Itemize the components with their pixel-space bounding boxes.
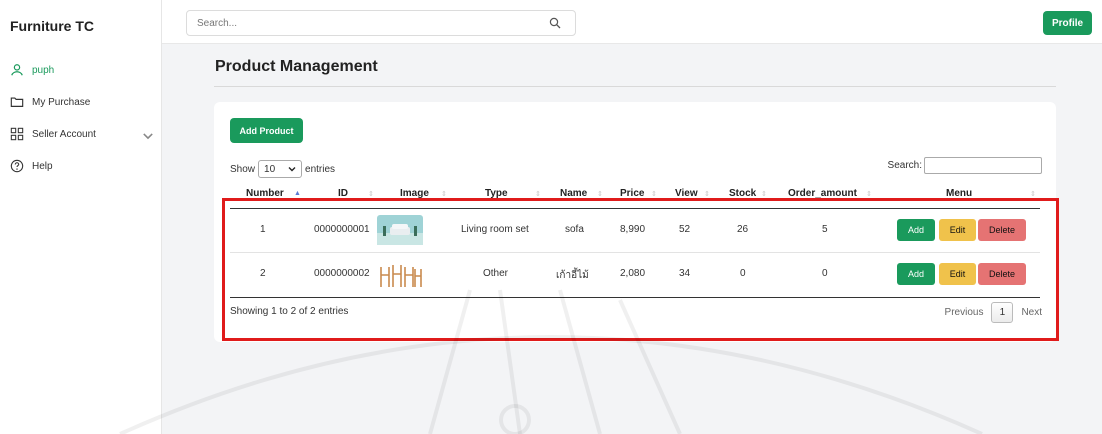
row-add-button[interactable]: Add — [897, 263, 935, 285]
sidebar-item-label: puph — [32, 64, 55, 76]
sidebar-item-label: Help — [32, 160, 53, 172]
cell-order-amount: 5 — [822, 224, 828, 235]
sidebar-item-label: My Purchase — [32, 96, 91, 108]
column-header-number[interactable]: Number — [246, 188, 284, 199]
row-delete-button[interactable]: Delete — [978, 263, 1026, 285]
sort-icon: ⇕ — [441, 191, 447, 198]
page-title: Product Management — [215, 58, 378, 75]
cell-number: 1 — [260, 224, 266, 235]
show-label: Show — [230, 163, 256, 175]
cell-stock: 0 — [740, 268, 746, 279]
table-search: Search: — [888, 157, 1042, 174]
add-product-button[interactable]: Add Product — [230, 118, 303, 143]
search-box[interactable] — [186, 10, 576, 36]
column-header-image[interactable]: Image — [400, 188, 429, 199]
cell-type: Other — [483, 268, 509, 279]
row-delete-button[interactable]: Delete — [978, 219, 1026, 241]
cell-order-amount: 0 — [822, 268, 828, 279]
sort-asc-icon: ▲ — [294, 190, 301, 197]
grid-icon — [10, 127, 24, 141]
cell-view: 52 — [679, 224, 691, 235]
table-footer-divider — [230, 297, 1040, 298]
cell-number: 2 — [260, 268, 266, 279]
column-header-view[interactable]: View — [675, 188, 698, 199]
column-header-name[interactable]: Name — [560, 188, 587, 199]
search-input[interactable] — [187, 11, 527, 35]
cell-id: 0000000002 — [314, 268, 370, 279]
product-image-sofa — [377, 215, 423, 245]
profile-button[interactable]: Profile — [1043, 11, 1092, 35]
folder-icon — [10, 97, 24, 107]
cell-id: 0000000001 — [314, 224, 370, 235]
pagination-next[interactable]: Next — [1021, 307, 1042, 318]
sort-icon: ⇕ — [651, 191, 657, 198]
cell-view: 34 — [679, 268, 691, 279]
sort-icon: ⇕ — [761, 191, 767, 198]
chevron-down-icon — [288, 167, 296, 172]
entries-select[interactable]: 10 — [258, 160, 303, 178]
column-header-id[interactable]: ID — [338, 188, 348, 199]
search-icon[interactable] — [549, 17, 561, 29]
title-divider — [214, 86, 1056, 87]
column-header-type[interactable]: Type — [485, 188, 508, 199]
cell-type: Living room set — [461, 224, 529, 235]
product-card: Add Product Show 10 entries Search: Numb… — [214, 102, 1056, 342]
cell-price: 8,990 — [620, 224, 646, 235]
chevron-down-icon — [143, 133, 153, 140]
table-search-label: Search: — [887, 160, 922, 171]
sort-icon: ⇕ — [597, 191, 603, 198]
entries-value: 10 — [264, 163, 276, 175]
pagination: Previous 1 Next — [945, 302, 1042, 323]
sort-icon: ⇕ — [535, 191, 541, 198]
column-header-order-amount[interactable]: Order_amount — [788, 188, 857, 199]
show-entries: Show 10 entries — [230, 160, 335, 178]
help-icon — [10, 159, 24, 173]
table-header: Number ▲ ID ⇕ Image ⇕ Type ⇕ Name ⇕ Pric… — [230, 184, 1040, 208]
sidebar-item-seller-account[interactable]: Seller Account — [10, 124, 155, 144]
sort-icon: ⇕ — [866, 191, 872, 198]
table-row: 1 0000000001 Living room set sofa 8,990 … — [230, 209, 1040, 253]
product-image-chairs — [377, 259, 423, 289]
sidebar-item-my-purchase[interactable]: My Purchase — [10, 92, 90, 112]
cell-name: เก้าอี้ไม้ — [556, 270, 589, 281]
showing-entries-text: Showing 1 to 2 of 2 entries — [230, 306, 349, 317]
row-edit-button[interactable]: Edit — [939, 219, 976, 241]
sort-icon: ⇕ — [704, 191, 710, 198]
sort-icon: ⇕ — [1030, 191, 1036, 198]
brand-title: Furniture TC — [10, 18, 94, 34]
entries-label: entries — [305, 163, 336, 175]
cell-stock: 26 — [737, 224, 749, 235]
column-header-stock[interactable]: Stock — [729, 188, 756, 199]
table-search-input[interactable] — [924, 157, 1042, 174]
sort-icon: ⇕ — [368, 191, 374, 198]
sidebar-item-help[interactable]: Help — [10, 156, 53, 176]
table-row: 2 0000000002 Other เก้าอี้ไม้ 2,080 34 0… — [230, 253, 1040, 297]
cell-name: sofa — [565, 224, 584, 235]
pagination-previous[interactable]: Previous — [945, 307, 984, 318]
cell-price: 2,080 — [620, 268, 646, 279]
sidebar: Furniture TC puph My Purchase Seller Acc… — [0, 0, 162, 434]
column-header-price[interactable]: Price — [620, 188, 644, 199]
sidebar-item-label: Seller Account — [32, 128, 96, 140]
topbar: Profile — [162, 0, 1102, 44]
sidebar-item-user[interactable]: puph — [10, 60, 54, 80]
pagination-page-1[interactable]: 1 — [991, 302, 1014, 323]
column-header-menu[interactable]: Menu — [946, 188, 972, 199]
row-add-button[interactable]: Add — [897, 219, 935, 241]
row-edit-button[interactable]: Edit — [939, 263, 976, 285]
user-icon — [11, 64, 23, 76]
